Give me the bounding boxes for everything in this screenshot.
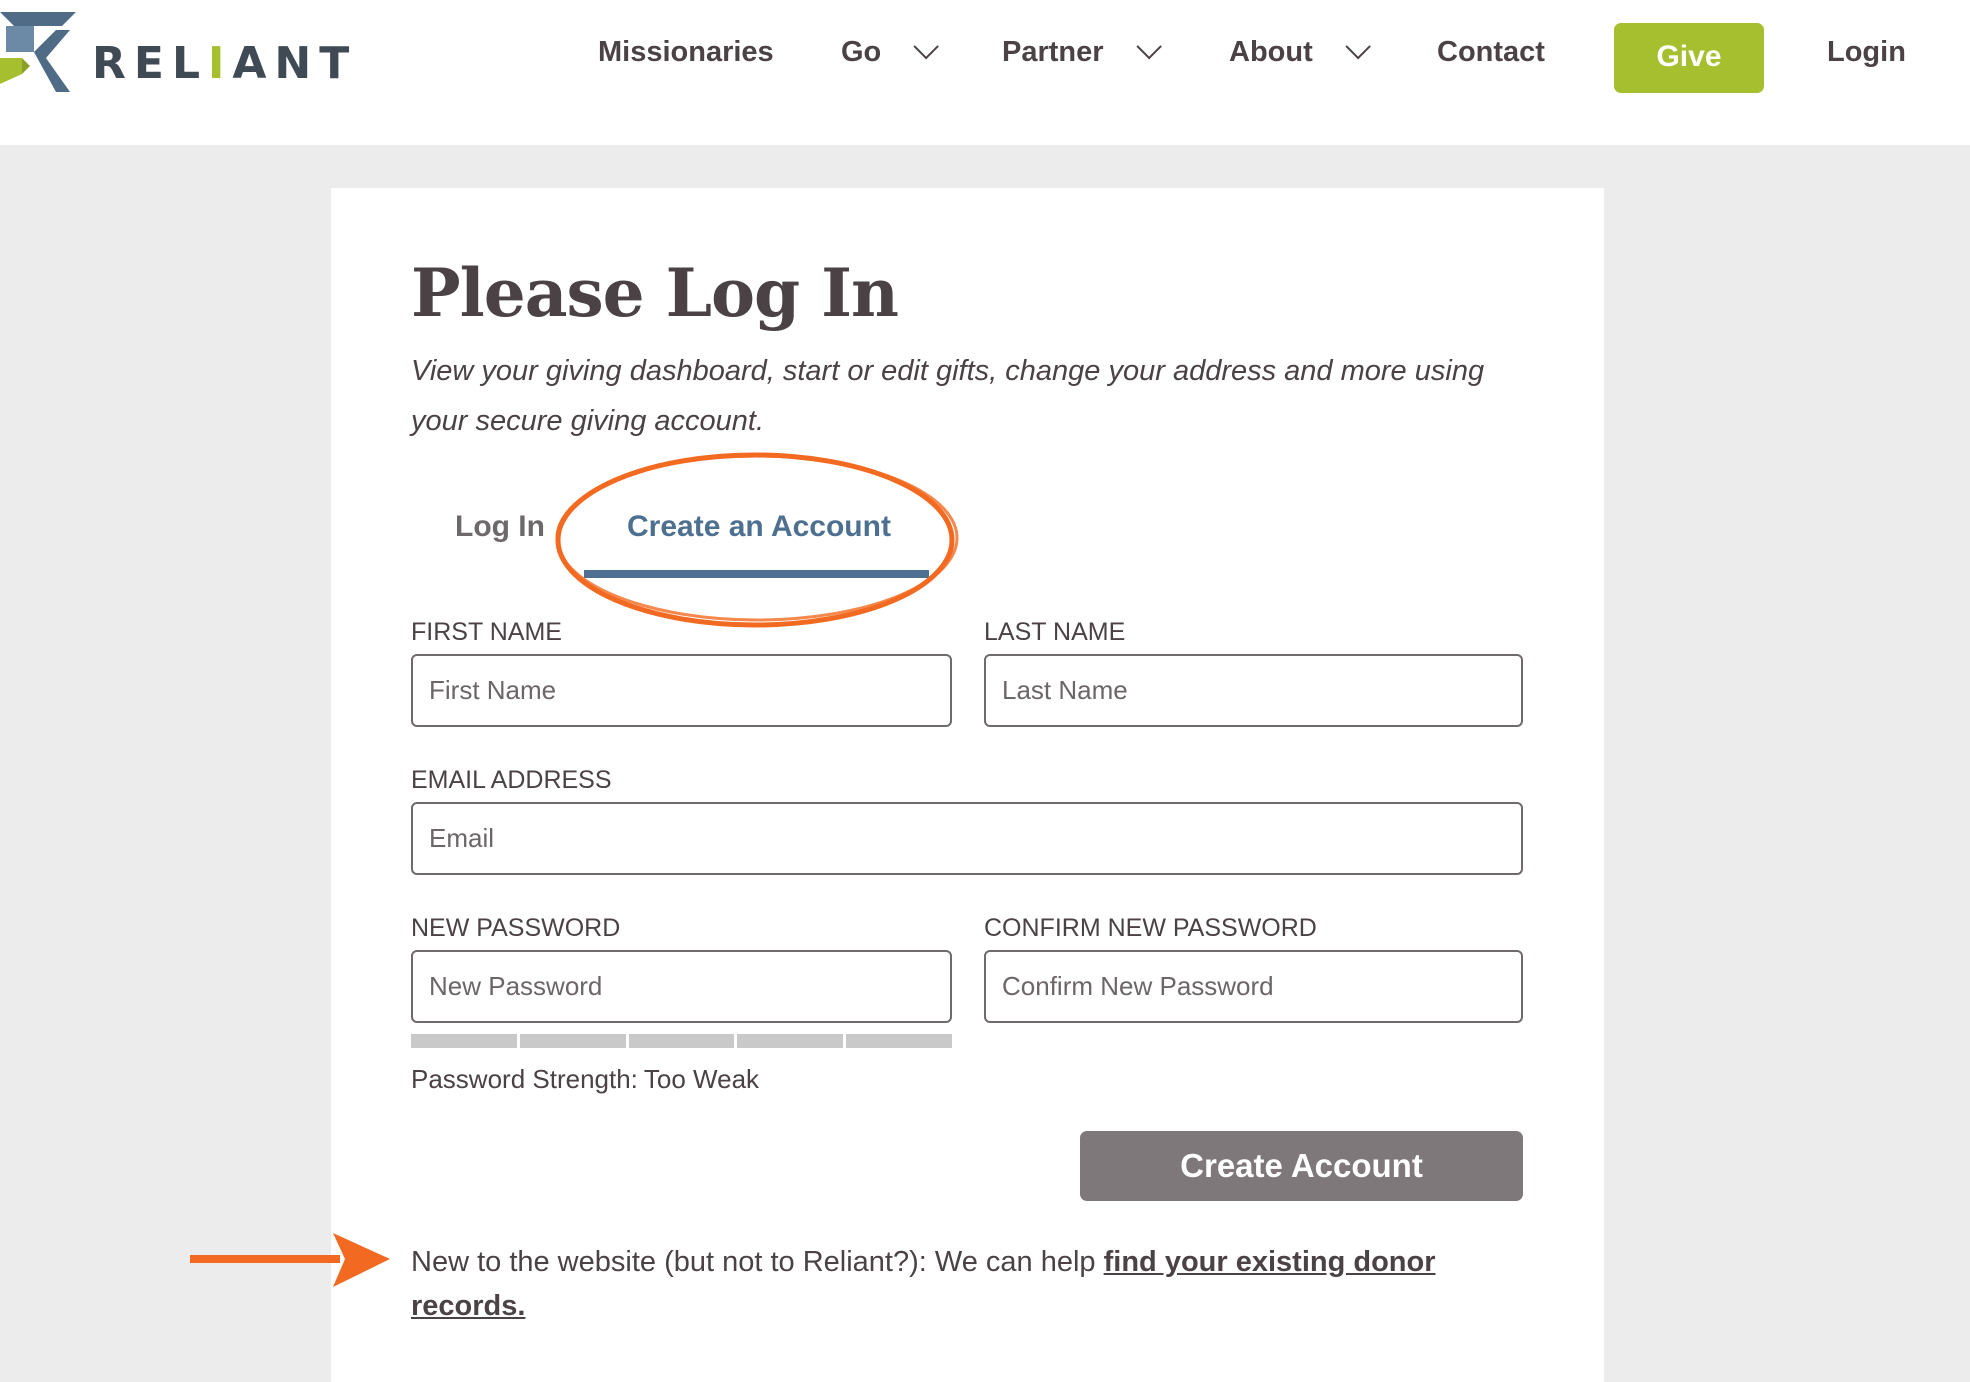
- tab-create-account[interactable]: Create an Account: [627, 510, 891, 544]
- confirm-password-input[interactable]: [984, 950, 1523, 1023]
- chevron-down-icon: [1135, 34, 1162, 60]
- chevron-down-icon: [1345, 34, 1371, 60]
- password-strength-meter: [411, 1034, 952, 1048]
- existing-donor-help: New to the website (but not to Reliant?)…: [411, 1240, 1521, 1328]
- strength-segment: [411, 1034, 517, 1048]
- new-password-label: NEW PASSWORD: [411, 914, 621, 942]
- strength-segment: [846, 1034, 952, 1048]
- last-name-input[interactable]: [984, 654, 1523, 727]
- nav-item-go[interactable]: Go: [841, 34, 940, 69]
- nav-item-label: Go: [841, 36, 882, 68]
- nav-item-label: Missionaries: [598, 36, 774, 68]
- create-account-button[interactable]: Create Account: [1080, 1131, 1523, 1201]
- site-header: RELIANT Missionaries Go Partner About Co…: [0, 0, 1970, 145]
- password-strength-value: Too Weak: [643, 1064, 760, 1094]
- password-strength-status: Password Strength: Too Weak: [411, 1064, 759, 1095]
- help-text: New to the website (but not to Reliant?)…: [411, 1246, 1104, 1278]
- password-strength-label: Password Strength:: [411, 1064, 638, 1094]
- new-password-input[interactable]: [411, 950, 952, 1023]
- login-card: Please Log In View your giving dashboard…: [331, 188, 1604, 1382]
- active-tab-indicator: [584, 570, 929, 578]
- page-title: Please Log In: [411, 254, 899, 332]
- nav-item-about[interactable]: About: [1229, 34, 1371, 69]
- first-name-label: FIRST NAME: [411, 618, 562, 646]
- nav-item-label: Partner: [1002, 36, 1104, 68]
- strength-segment: [628, 1034, 735, 1048]
- first-name-input[interactable]: [411, 654, 952, 727]
- strength-segment: [737, 1034, 844, 1048]
- confirm-password-label: CONFIRM NEW PASSWORD: [984, 914, 1317, 942]
- give-button[interactable]: Give: [1614, 23, 1764, 93]
- chevron-down-icon: [913, 34, 940, 60]
- last-name-label: LAST NAME: [984, 618, 1126, 646]
- login-link[interactable]: Login: [1827, 36, 1906, 69]
- nav-item-missionaries[interactable]: Missionaries: [598, 36, 774, 69]
- email-label: EMAIL ADDRESS: [411, 766, 612, 794]
- page-subtitle: View your giving dashboard, start or edi…: [411, 355, 1485, 437]
- nav-item-partner[interactable]: Partner: [1002, 34, 1162, 69]
- email-input[interactable]: [411, 802, 1523, 875]
- strength-segment: [519, 1034, 626, 1048]
- nav-item-label: Contact: [1437, 36, 1545, 68]
- main-nav: Missionaries Go Partner About Contact Gi…: [0, 0, 1970, 115]
- nav-item-contact[interactable]: Contact: [1437, 36, 1545, 69]
- nav-item-label: About: [1229, 36, 1313, 68]
- tab-log-in[interactable]: Log In: [455, 510, 545, 544]
